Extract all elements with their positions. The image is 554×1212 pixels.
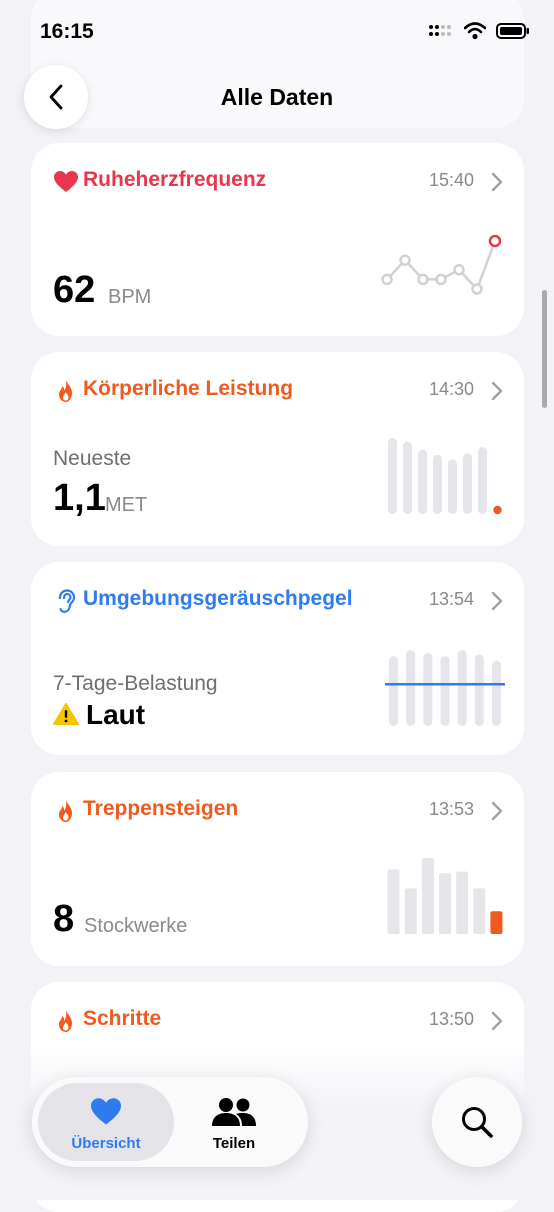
chevron-right-icon (491, 1011, 503, 1031)
bar (387, 869, 400, 934)
trend-point (435, 273, 447, 286)
status-bar: 16:15 (0, 0, 554, 70)
status-time: 16:15 (40, 20, 94, 43)
chevron-right-icon (491, 801, 503, 821)
bar (403, 441, 412, 514)
cellular-icon (429, 25, 451, 36)
heart-icon (54, 171, 78, 192)
tab-label: Teilen (212, 1135, 256, 1152)
metric-value: Laut (86, 699, 146, 730)
battery-icon (496, 23, 529, 39)
bar (389, 656, 399, 726)
card-header: Treppensteigen 13:53 (53, 796, 504, 826)
card-header: Ruheherzfrequenz 15:40 (53, 167, 504, 197)
trend-point (399, 254, 411, 266)
card-resting-heart-rate[interactable]: Ruheherzfrequenz 15:40 62 BPM (31, 143, 524, 336)
bar (456, 871, 469, 934)
metric-unit: Stockwerke (84, 915, 188, 937)
trend-point (471, 283, 483, 295)
bar (491, 660, 501, 726)
card-time: 15:40 (428, 170, 474, 190)
metric-unit: MET (105, 494, 148, 516)
card-title: Treppensteigen (83, 797, 239, 820)
bar (440, 656, 450, 726)
card-header: Körperliche Leistung 14:30 (53, 376, 504, 406)
card-title: Körperliche Leistung (83, 377, 294, 400)
card-title: Schritte (83, 1007, 162, 1030)
tab-label: Übersicht (71, 1135, 141, 1152)
flame-icon (59, 800, 72, 822)
bar-chart (385, 650, 505, 726)
metric-unit: BPM (108, 286, 152, 308)
metric-label: Neueste (53, 447, 132, 470)
card-time: 13:53 (428, 799, 474, 819)
card-title: Umgebungsgeräuschpegel (83, 587, 353, 610)
bar (478, 447, 487, 514)
warning-icon (53, 703, 79, 725)
wifi-icon (464, 22, 486, 40)
search-icon (462, 1107, 493, 1138)
chevron-right-icon (491, 381, 503, 401)
flame-icon (59, 1010, 72, 1032)
card-header: Umgebungsgeräuschpegel 13:54 (53, 586, 504, 616)
chevron-right-icon (491, 591, 503, 611)
heart-icon (91, 1098, 121, 1125)
bar (421, 858, 434, 934)
scroll-indicator[interactable] (542, 290, 547, 408)
card-header: Schritte 13:50 (53, 1006, 504, 1036)
bar-latest (493, 505, 502, 514)
card-time: 14:30 (428, 379, 474, 399)
bar-latest (490, 911, 503, 934)
bar (474, 654, 484, 726)
bar (406, 650, 416, 726)
status-icons (428, 22, 530, 40)
tab-share[interactable]: Teilen (166, 1083, 302, 1161)
bar (439, 873, 451, 934)
bar (423, 653, 433, 726)
bar (457, 650, 467, 726)
tab-bar: Übersicht Teilen (32, 1077, 308, 1167)
bar (448, 459, 457, 514)
bar (418, 449, 427, 514)
card-physical-performance[interactable]: Körperliche Leistung 14:30 Neueste 1,1 M… (31, 352, 524, 546)
trend-point (381, 273, 393, 286)
metric-value: 8 (53, 898, 75, 940)
card-flights-climbed[interactable]: Treppensteigen 13:53 8 Stockwerke (31, 772, 524, 966)
trend-point-latest (488, 235, 501, 248)
tab-overview[interactable]: Übersicht (38, 1083, 174, 1161)
bar-chart (388, 438, 502, 514)
flame-icon (59, 380, 72, 402)
page-title: Alle Daten (220, 84, 334, 110)
bar (463, 453, 472, 514)
card-environmental-noise[interactable]: Umgebungsgeräuschpegel 13:54 7-Tage-Bela… (31, 562, 524, 755)
card-title: Ruheherzfrequenz (83, 168, 267, 191)
bar (433, 454, 442, 514)
trend-chart (381, 235, 501, 295)
chevron-right-icon (491, 172, 503, 192)
card-time: 13:50 (428, 1009, 474, 1029)
metric-value: 1,1 (53, 477, 106, 519)
trend-point (453, 264, 465, 276)
ear-icon (58, 589, 76, 613)
bar (473, 888, 486, 934)
bar-chart (387, 858, 503, 934)
search-button[interactable] (432, 1077, 522, 1167)
card-time: 13:54 (428, 589, 474, 609)
metric-label: 7-Tage-Belastung (53, 672, 218, 695)
trend-point (417, 273, 429, 286)
metric-value: 62 (53, 269, 96, 311)
bar (388, 438, 397, 514)
bar (404, 888, 417, 934)
people-icon (212, 1098, 256, 1126)
navigation-bar: Alle Daten (0, 60, 554, 136)
